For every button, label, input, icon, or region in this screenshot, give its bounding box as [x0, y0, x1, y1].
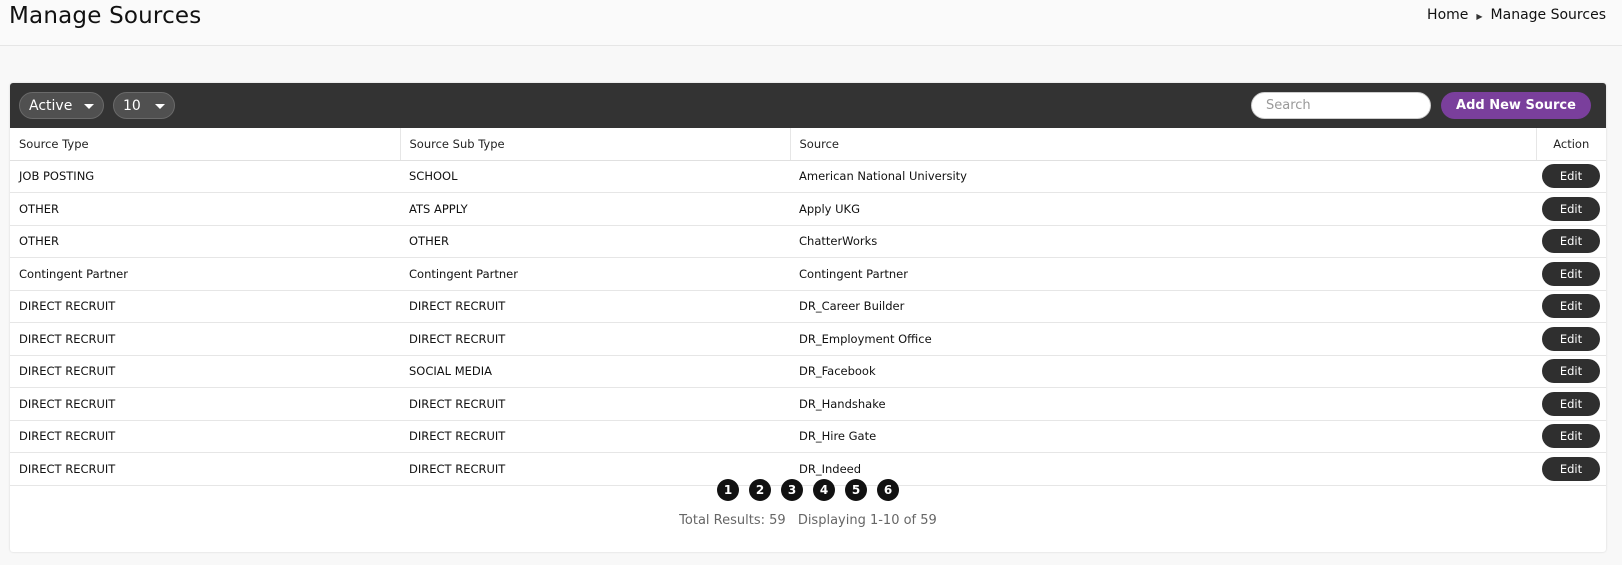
- edit-button[interactable]: Edit: [1542, 391, 1600, 416]
- table-toolbar: Active 10 Add New Source: [10, 83, 1606, 128]
- cell-action: Edit: [1536, 387, 1606, 421]
- cell-source-type: DIRECT RECRUIT: [10, 420, 400, 453]
- cell-action: Edit: [1536, 322, 1606, 356]
- cell-source-sub-type: SCHOOL: [400, 160, 790, 193]
- cell-source-type: OTHER: [10, 192, 400, 226]
- header-action: Action: [1536, 128, 1606, 161]
- edit-button[interactable]: Edit: [1542, 359, 1600, 384]
- table-row: OTHER ATS APPLY Apply UKG Edit: [10, 192, 1606, 226]
- cell-source-type: DIRECT RECRUIT: [10, 290, 400, 323]
- caret-down-icon: [84, 104, 94, 109]
- pagination: 123456: [10, 479, 1606, 501]
- cell-source: DR_Employment Office: [790, 322, 1536, 356]
- table-row: Contingent Partner Contingent Partner Cont…: [10, 257, 1606, 291]
- search-input[interactable]: [1251, 92, 1431, 119]
- breadcrumb-current: Manage Sources: [1490, 7, 1606, 23]
- table-row: DIRECT RECRUIT SOCIAL MEDIA DR_Facebook Edi…: [10, 355, 1606, 388]
- cell-source: ChatterWorks: [790, 225, 1536, 258]
- cell-source: Apply UKG: [790, 192, 1536, 226]
- cell-action: Edit: [1536, 420, 1606, 453]
- page-size-value: 10: [123, 97, 141, 114]
- cell-source-sub-type: Contingent Partner: [400, 257, 790, 291]
- table-row: DIRECT RECRUIT DIRECT RECRUIT DR_Employmen…: [10, 322, 1606, 356]
- edit-button[interactable]: Edit: [1542, 456, 1600, 481]
- cell-source-sub-type: DIRECT RECRUIT: [400, 322, 790, 356]
- page-header: Manage Sources Home ▶ Manage Sources: [0, 0, 1622, 46]
- status-filter-select[interactable]: Active: [19, 92, 104, 119]
- edit-button[interactable]: Edit: [1542, 424, 1600, 449]
- cell-action: Edit: [1536, 160, 1606, 193]
- cell-source: DR_Hire Gate: [790, 420, 1536, 453]
- table-row: DIRECT RECRUIT DIRECT RECRUIT DR_Hire Gate…: [10, 420, 1606, 453]
- cell-action: Edit: [1536, 355, 1606, 388]
- total-results: Total Results: 59: [679, 513, 786, 528]
- page-button[interactable]: 5: [845, 479, 867, 501]
- page-button[interactable]: 6: [877, 479, 899, 501]
- cell-source: American National University: [790, 160, 1536, 193]
- cell-source-sub-type: OTHER: [400, 225, 790, 258]
- cell-source-sub-type: ATS APPLY: [400, 192, 790, 226]
- edit-button[interactable]: Edit: [1542, 164, 1600, 189]
- edit-button[interactable]: Edit: [1542, 326, 1600, 351]
- cell-source-type: Contingent Partner: [10, 257, 400, 291]
- breadcrumb-separator-icon: ▶: [1476, 11, 1483, 21]
- cell-action: Edit: [1536, 290, 1606, 323]
- edit-button[interactable]: Edit: [1542, 261, 1600, 286]
- table-row: OTHER OTHER ChatterWorks Edit: [10, 225, 1606, 258]
- cell-action: Edit: [1536, 257, 1606, 291]
- status-filter-value: Active: [29, 97, 73, 114]
- cell-action: Edit: [1536, 192, 1606, 226]
- breadcrumb: Home ▶ Manage Sources: [1427, 7, 1606, 23]
- sources-card: Active 10 Add New Source Source Type Sou…: [10, 83, 1606, 552]
- display-range: Displaying 1-10 of 59: [797, 513, 937, 528]
- edit-button[interactable]: Edit: [1542, 229, 1600, 254]
- cell-source: DR_Facebook: [790, 355, 1536, 388]
- page-button[interactable]: 2: [749, 479, 771, 501]
- cell-source-type: DIRECT RECRUIT: [10, 355, 400, 388]
- cell-source-type: OTHER: [10, 225, 400, 258]
- page-button[interactable]: 1: [717, 479, 739, 501]
- page-size-select[interactable]: 10: [113, 92, 175, 119]
- cell-source-sub-type: SOCIAL MEDIA: [400, 355, 790, 388]
- edit-button[interactable]: Edit: [1542, 294, 1600, 319]
- cell-source-type: DIRECT RECRUIT: [10, 387, 400, 421]
- cell-source-sub-type: DIRECT RECRUIT: [400, 420, 790, 453]
- breadcrumb-home-link[interactable]: Home: [1427, 7, 1468, 23]
- table-row: DIRECT RECRUIT DIRECT RECRUIT DR_Handshake…: [10, 387, 1606, 421]
- page-button[interactable]: 4: [813, 479, 835, 501]
- edit-button[interactable]: Edit: [1542, 196, 1600, 221]
- page-button[interactable]: 3: [781, 479, 803, 501]
- cell-source: Contingent Partner: [790, 257, 1536, 291]
- header-source-type[interactable]: Source Type: [10, 128, 401, 161]
- table-row: DIRECT RECRUIT DIRECT RECRUIT DR_Career Bu…: [10, 290, 1606, 323]
- cell-source-type: DIRECT RECRUIT: [10, 322, 400, 356]
- header-source-sub-type[interactable]: Source Sub Type: [400, 128, 791, 161]
- table-row: JOB POSTING SCHOOL American National Unive…: [10, 160, 1606, 193]
- results-summary: Total Results: 59 Displaying 1-10 of 59: [10, 513, 1606, 528]
- cell-source-sub-type: DIRECT RECRUIT: [400, 387, 790, 421]
- header-source[interactable]: Source: [790, 128, 1537, 161]
- caret-down-icon: [155, 104, 165, 109]
- cell-action: Edit: [1536, 225, 1606, 258]
- cell-source-sub-type: DIRECT RECRUIT: [400, 290, 790, 323]
- table-header-row: Source Type Source Sub Type Source Actio…: [10, 128, 1606, 161]
- add-new-source-button[interactable]: Add New Source: [1441, 92, 1591, 119]
- cell-source: DR_Career Builder: [790, 290, 1536, 323]
- page-title: Manage Sources: [9, 3, 202, 29]
- cell-source-type: JOB POSTING: [10, 160, 400, 193]
- cell-source: DR_Handshake: [790, 387, 1536, 421]
- sources-table: Source Type Source Sub Type Source Actio…: [10, 128, 1606, 486]
